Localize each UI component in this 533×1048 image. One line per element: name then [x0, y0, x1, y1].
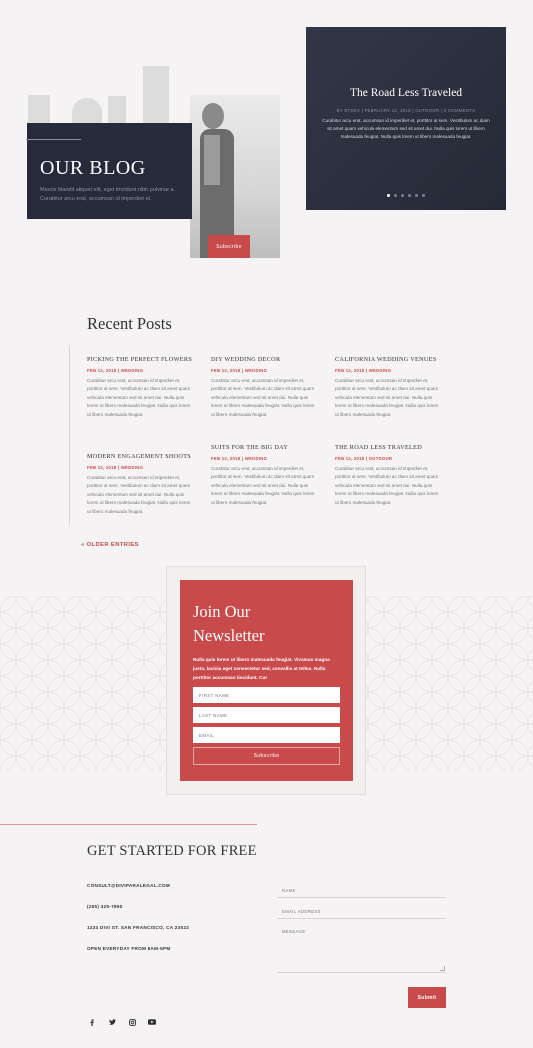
post-excerpt: Curabitur arcu erat, accumsan id imperdi… [87, 378, 191, 417]
post-title[interactable]: THE ROAD LESS TRAVELED [335, 443, 440, 452]
contact-name-input[interactable] [277, 883, 446, 898]
post-item: MODERN ENGAGEMENT SHOOTS FEB 12, 2018 | … [87, 452, 192, 516]
post-item: PICKING THE PERFECT FLOWERS FEB 12, 2018… [87, 355, 192, 419]
blog-title-card: OUR BLOG Mauris blandit aliquet elit, eg… [27, 123, 192, 219]
slider-dots [306, 194, 506, 197]
featured-post-slider[interactable]: The Road Less Traveled BY ETDEV | FEBRUA… [306, 27, 506, 210]
instagram-icon[interactable] [128, 1018, 136, 1026]
post-title[interactable]: MODERN ENGAGEMENT SHOOTS [87, 452, 192, 461]
slide-excerpt: Curabitur arcu erat, accumsan id imperdi… [322, 118, 490, 139]
slider-dot[interactable] [387, 194, 390, 197]
blog-description: Mauris blandit aliquet elit, eget tincid… [40, 187, 176, 202]
background-building [72, 98, 102, 123]
post-meta[interactable]: FEB 12, 2018 | WEDDING [211, 456, 316, 461]
post-meta[interactable]: FEB 12, 2018 | WEDDING [335, 368, 440, 373]
divider [69, 345, 70, 525]
hero-photo-person [190, 95, 280, 258]
recent-posts-title: Recent Posts [87, 314, 172, 333]
post-excerpt: Curabitur arcu erat, accumsan id imperdi… [335, 466, 439, 505]
last-name-input[interactable] [193, 707, 340, 723]
post-meta[interactable]: FEB 12, 2018 | WEDDING [87, 465, 192, 470]
hero-section: OUR BLOG Mauris blandit aliquet elit, eg… [0, 0, 533, 290]
resize-handle-icon[interactable] [440, 966, 445, 971]
contact-address: 1234 DIVI ST. SAN FRANCISCO, CA 23522 [87, 925, 190, 930]
divider [0, 824, 257, 825]
newsletter-title: Join Our Newsletter [193, 602, 265, 645]
newsletter-subscribe-button[interactable]: Subscribe [193, 747, 340, 765]
slider-dot[interactable] [422, 194, 425, 197]
hero-subscribe-button[interactable]: Subscribe [208, 235, 250, 258]
post-meta[interactable]: FEB 12, 2018 | WEDDING [87, 368, 192, 373]
decorative-line [26, 139, 81, 140]
post-title[interactable]: PICKING THE PERFECT FLOWERS [87, 355, 192, 364]
post-item: THE ROAD LESS TRAVELED FEB 12, 2018 | OU… [335, 443, 440, 507]
post-item: SUITS FOR THE BIG DAY FEB 12, 2018 | WED… [211, 443, 316, 507]
contact-email-input[interactable] [277, 904, 446, 919]
contact-hours: OPEN EVERYDAY FROM 8AM-5PM [87, 946, 171, 951]
contact-email[interactable]: CONSULT@DIVIPARALEGAL.COM [87, 883, 170, 888]
background-building [28, 95, 50, 123]
post-title[interactable]: DIY WEDDING DECOR [211, 355, 316, 364]
slide-title[interactable]: The Road Less Traveled [322, 87, 490, 99]
newsletter-card: Join Our Newsletter Nulla quis lorem ut … [180, 580, 353, 781]
background-building [143, 66, 169, 123]
newsletter-description: Nulla quis lorem ut libero malesuada feu… [193, 657, 330, 680]
post-excerpt: Curabitur arcu erat, accumsan id imperdi… [335, 378, 439, 417]
post-item: CALIFORNIA WEDDING VENUES FEB 12, 2018 |… [335, 355, 440, 419]
facebook-icon[interactable] [88, 1018, 96, 1026]
post-excerpt: Curabitur arcu erat, accumsan id imperdi… [87, 475, 191, 514]
post-title[interactable]: CALIFORNIA WEDDING VENUES [335, 355, 440, 364]
slider-dot[interactable] [408, 194, 411, 197]
slider-dot[interactable] [394, 194, 397, 197]
older-entries-link[interactable]: « OLDER ENTRIES [81, 542, 139, 548]
slide-meta: BY ETDEV | FEBRUARY 12, 2018 | OUTDOOR |… [336, 108, 476, 113]
post-item: DIY WEDDING DECOR FEB 12, 2018 | WEDDING… [211, 355, 316, 419]
contact-submit-button[interactable]: Submit [408, 987, 446, 1008]
post-meta[interactable]: FEB 12, 2018 | WEDDING [211, 368, 316, 373]
post-excerpt: Curabitur arcu erat, accumsan id imperdi… [211, 378, 315, 417]
first-name-input[interactable] [193, 687, 340, 703]
contact-message-input[interactable] [277, 924, 446, 973]
page-title: OUR BLOG [40, 157, 146, 179]
post-meta[interactable]: FEB 12, 2018 | OUTDOOR [335, 456, 440, 461]
get-started-title: GET STARTED FOR FREE [87, 843, 257, 859]
contact-phone[interactable]: (255) 325-7890 [87, 904, 123, 909]
post-excerpt: Curabitur arcu erat, accumsan id imperdi… [211, 466, 315, 505]
slider-dot[interactable] [401, 194, 404, 197]
email-input[interactable] [193, 727, 340, 743]
youtube-icon[interactable] [148, 1018, 156, 1026]
slider-dot[interactable] [415, 194, 418, 197]
twitter-icon[interactable] [108, 1018, 116, 1026]
post-title[interactable]: SUITS FOR THE BIG DAY [211, 443, 316, 452]
background-building [108, 96, 126, 123]
